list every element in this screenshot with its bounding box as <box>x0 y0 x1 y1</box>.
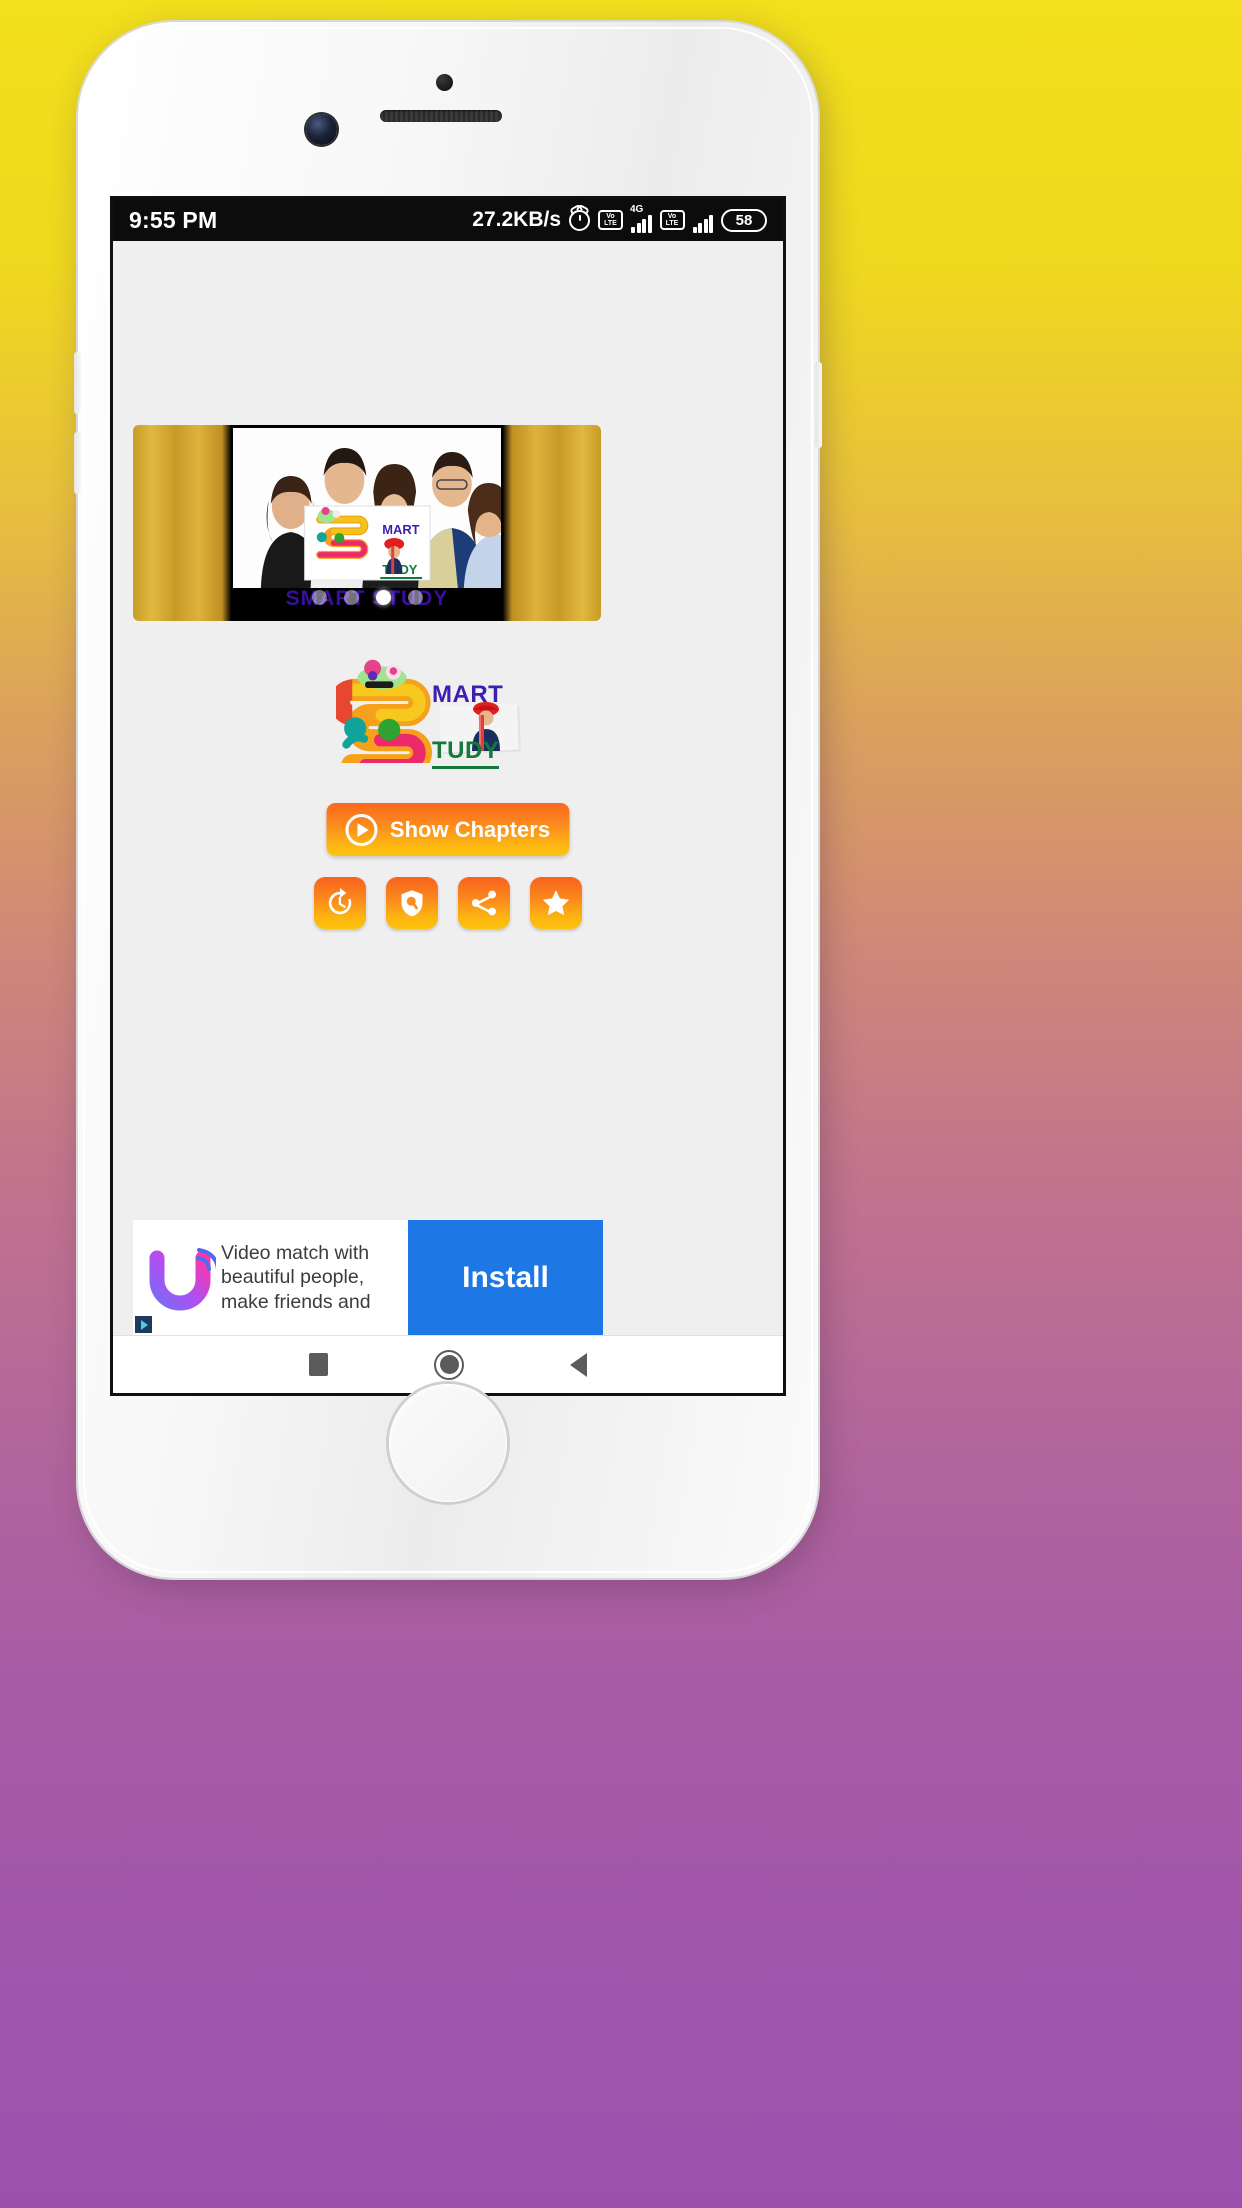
signal-sim2-icon <box>692 207 713 233</box>
network-speed-label: 27.2KB/s <box>472 208 561 231</box>
play-circle-icon <box>345 813 378 846</box>
carousel-dot-3[interactable] <box>375 590 391 605</box>
clock-refresh-icon <box>328 888 352 915</box>
physical-home-button[interactable] <box>389 1384 507 1502</box>
signal-sim1-icon: 4G <box>630 204 652 233</box>
students-photo-illustration: MART TUDY <box>232 428 502 588</box>
carousel-dots[interactable] <box>133 590 601 605</box>
privacy-policy-button[interactable] <box>386 877 438 929</box>
ad-banner[interactable]: Video match with beautiful people, make … <box>133 1220 603 1335</box>
logo-tudy-text: TUDY <box>432 737 500 769</box>
svg-text:MART: MART <box>382 522 419 537</box>
front-camera-icon <box>306 114 337 145</box>
u-app-logo-icon <box>139 1237 221 1319</box>
carousel-slide-image: MART TUDY <box>232 428 502 588</box>
shield-search-icon <box>401 890 423 917</box>
volte-icon-sim1: Vo LTE <box>598 210 623 230</box>
star-icon <box>542 890 570 916</box>
adchoices-icon[interactable] <box>135 1316 152 1333</box>
carousel-dot-4[interactable] <box>407 590 423 605</box>
carousel-dot-1[interactable] <box>311 590 327 605</box>
app-logo: MART TUDY <box>328 659 568 769</box>
power-button[interactable] <box>815 362 822 448</box>
volume-down-button[interactable] <box>74 432 81 494</box>
carousel-dot-2[interactable] <box>343 590 359 605</box>
action-icon-row <box>314 877 582 929</box>
recent-apps-button[interactable] <box>309 1353 328 1376</box>
alarm-clock-icon <box>569 209 590 231</box>
ad-install-button[interactable]: Install <box>408 1220 603 1335</box>
volte-vo-label: Vo <box>606 213 615 220</box>
share-button[interactable] <box>458 877 510 929</box>
ad-advertiser-glyph <box>149 1247 220 1310</box>
volume-up-button[interactable] <box>74 352 81 414</box>
ad-content[interactable]: Video match with beautiful people, make … <box>133 1220 408 1335</box>
proximity-sensor-icon <box>436 74 453 91</box>
battery-icon: 58 <box>721 208 767 232</box>
logo-mart-text: MART <box>432 681 504 708</box>
logo-kids-icon <box>357 659 407 689</box>
history-button[interactable] <box>314 877 366 929</box>
show-chapters-label: Show Chapters <box>389 816 551 842</box>
status-time: 9:55 PM <box>129 206 218 233</box>
phone-mockup: 9:55 PM 27.2KB/s Vo LTE 4G Vo LTE 58 MAR… <box>74 22 822 1578</box>
status-icons: 27.2KB/s Vo LTE 4G Vo LTE 58 <box>472 204 767 233</box>
back-button[interactable] <box>570 1352 587 1377</box>
earpiece-speaker <box>380 110 502 122</box>
phone-screen: 9:55 PM 27.2KB/s Vo LTE 4G Vo LTE 58 MAR… <box>110 196 786 1396</box>
rate-app-button[interactable] <box>530 877 582 929</box>
ad-headline: Video match with beautiful people, make … <box>221 1241 371 1313</box>
promo-carousel[interactable]: MART TUDY <box>133 425 601 621</box>
volte-icon-sim2: Vo LTE <box>659 210 685 230</box>
volte-lte-label: LTE <box>604 220 617 227</box>
volte2-lte-label: LTE <box>665 220 679 227</box>
volte2-vo-label: Vo <box>667 213 677 220</box>
status-bar: 9:55 PM 27.2KB/s Vo LTE 4G Vo LTE 58 <box>113 199 783 241</box>
home-button[interactable] <box>434 1349 464 1380</box>
share-icon <box>471 890 496 916</box>
show-chapters-button[interactable]: Show Chapters <box>326 803 570 856</box>
app-content: MART TUDY <box>113 241 783 1335</box>
